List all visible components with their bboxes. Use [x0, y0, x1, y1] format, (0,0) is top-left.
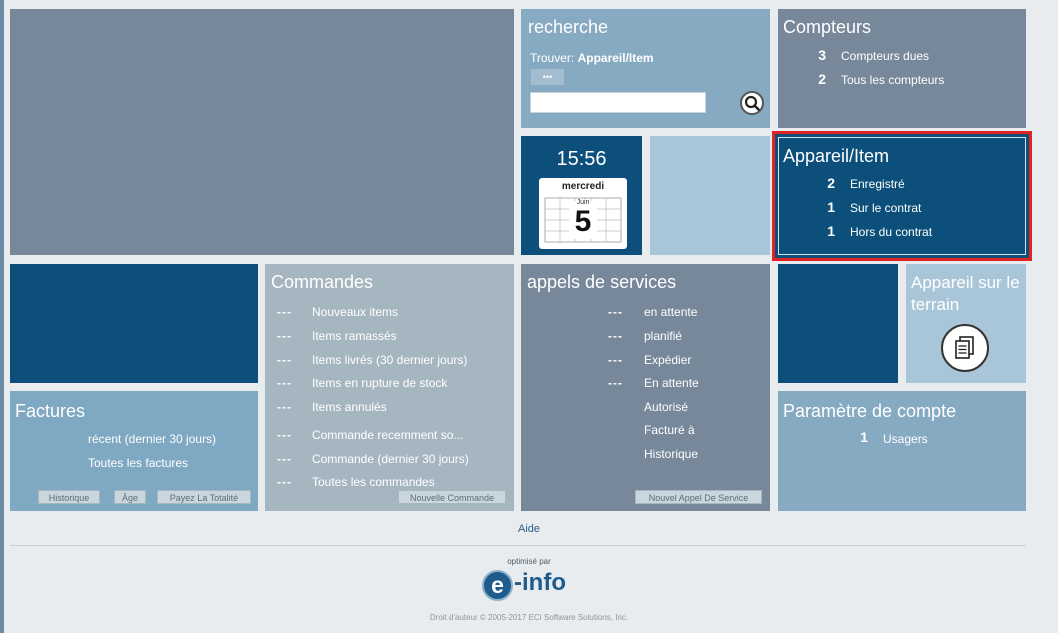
banner-tile	[10, 9, 514, 255]
service-pending-link[interactable]: en attente	[644, 305, 697, 319]
orders-picked-count: ---	[277, 329, 292, 343]
search-find-prefix: Trouver:	[530, 51, 578, 65]
optimized-by-label: optimisé par	[507, 557, 551, 566]
window-edge	[0, 0, 4, 633]
search-title: recherche	[528, 17, 609, 37]
calendar-date: 5	[574, 205, 592, 238]
orders-new-count: ---	[277, 305, 292, 319]
orders-delivered-count: ---	[277, 353, 292, 367]
counters-due-link[interactable]: Compteurs dues	[841, 49, 929, 63]
search-tile: recherche Trouver: Appareil/Item •••	[521, 9, 770, 128]
logo-text: -info	[514, 569, 566, 596]
field-equipment-icon-circle	[941, 324, 989, 372]
account-settings-tile[interactable]: Paramètre de compte 1 Usagers	[778, 391, 1026, 511]
orders-picked-link[interactable]: Items ramassés	[312, 329, 397, 343]
blank-navy-tile	[10, 264, 258, 383]
logo-e: e	[491, 572, 504, 598]
field-equipment-tile[interactable]: Appareil sur le terrain	[906, 264, 1026, 383]
service-planned-link[interactable]: planifié	[644, 329, 682, 343]
counters-due-count: 3	[818, 47, 826, 63]
invoices-tile: Factures récent (dernier 30 jours) Toute…	[10, 391, 258, 511]
search-find-value: Appareil/Item	[577, 51, 654, 65]
equipment-off-contract-count: 1	[827, 223, 835, 239]
counters-all-count: 2	[818, 71, 826, 87]
field-equipment-title: Appareil sur le terrain	[911, 273, 1020, 314]
counters-tile[interactable]: Compteurs 3 Compteurs dues 2 Tous les co…	[778, 9, 1026, 128]
service-waiting-count: ---	[608, 376, 623, 390]
invoices-recent-link[interactable]: récent (dernier 30 jours)	[88, 432, 216, 446]
account-title: Paramètre de compte	[783, 401, 957, 421]
equipment-contract-link[interactable]: Sur le contrat	[850, 201, 921, 215]
search-input[interactable]	[530, 92, 706, 113]
orders-cancelled-count: ---	[277, 400, 292, 414]
service-calls-tile: appels de services --- en attente --- pl…	[521, 264, 770, 511]
new-order-button[interactable]: Nouvelle Commande	[398, 490, 506, 504]
calendar-icon: mercredi Juin 5	[539, 178, 627, 249]
orders-all-count: ---	[277, 475, 292, 489]
orders-cancelled-link[interactable]: Items annulés	[312, 400, 387, 414]
invoices-all-link[interactable]: Toutes les factures	[88, 456, 188, 470]
help-link[interactable]: Aide	[0, 523, 1058, 535]
service-dispatch-count: ---	[608, 353, 623, 367]
orders-30days-count: ---	[277, 452, 292, 466]
equipment-registered-count: 2	[827, 175, 835, 191]
equipment-title: Appareil/Item	[783, 146, 890, 166]
search-button[interactable]	[740, 91, 764, 115]
equipment-registered-link[interactable]: Enregistré	[850, 177, 905, 191]
orders-tile: Commandes --- Nouveaux items --- Items r…	[265, 264, 514, 511]
calendar-day: mercredi	[561, 181, 605, 192]
invoices-history-button[interactable]: Historique	[38, 490, 100, 504]
orders-delivered-link[interactable]: Items livrés (30 dernier jours)	[312, 353, 467, 367]
new-service-call-button[interactable]: Nouvel Appel De Service	[635, 490, 762, 504]
equipment-off-contract-link[interactable]: Hors du contrat	[850, 225, 932, 239]
clock-time: 15:56	[556, 148, 607, 170]
service-dispatch-link[interactable]: Expédier	[644, 353, 691, 367]
account-users-count: 1	[860, 429, 868, 445]
clock-tile: 15:56 mercredi Juin 5	[521, 136, 642, 255]
invoices-title: Factures	[15, 401, 86, 421]
service-planned-count: ---	[608, 329, 623, 343]
service-waiting-link[interactable]: En attente	[644, 376, 699, 390]
counters-title: Compteurs	[783, 17, 872, 37]
account-users-link[interactable]: Usagers	[883, 432, 928, 446]
invoices-age-button[interactable]: Âge	[114, 490, 146, 504]
footer-divider	[10, 545, 1026, 546]
blank-navy-small-tile	[778, 264, 898, 383]
service-pending-count: ---	[608, 305, 623, 319]
service-authorized-link[interactable]: Autorisé	[644, 400, 688, 414]
copyright-text: Droit d'auteur © 2005-2017 ECI Software …	[429, 613, 629, 622]
invoices-pay-all-button[interactable]: Payez La Totalité	[157, 490, 251, 504]
service-billed-link[interactable]: Facturé à	[644, 423, 695, 437]
orders-title: Commandes	[271, 272, 374, 292]
orders-30days-link[interactable]: Commande (dernier 30 jours)	[312, 452, 469, 466]
logo-e-badge: e	[482, 570, 513, 601]
dashboard: recherche Trouver: Appareil/Item ••• Com…	[0, 0, 1058, 633]
search-find-line: Trouver: Appareil/Item	[530, 51, 654, 65]
search-icon	[744, 95, 760, 111]
orders-all-link[interactable]: Toutes les commandes	[312, 475, 435, 489]
orders-stockout-link[interactable]: Items en rupture de stock	[312, 376, 447, 390]
empty-tile	[650, 136, 770, 255]
service-calls-title: appels de services	[527, 272, 677, 292]
orders-stockout-count: ---	[277, 376, 292, 390]
search-options-button[interactable]: •••	[531, 69, 564, 85]
counters-all-link[interactable]: Tous les compteurs	[841, 73, 944, 87]
equipment-contract-count: 1	[827, 199, 835, 215]
document-icon	[955, 336, 974, 359]
service-history-link[interactable]: Historique	[644, 447, 698, 461]
eci-logo: e -info	[480, 568, 580, 604]
orders-recent-count: ---	[277, 428, 292, 442]
orders-recent-link[interactable]: Commande recemment so...	[312, 428, 463, 442]
orders-new-link[interactable]: Nouveaux items	[312, 305, 398, 319]
equipment-tile[interactable]: Appareil/Item 2 Enregistré 1 Sur le cont…	[772, 131, 1032, 261]
